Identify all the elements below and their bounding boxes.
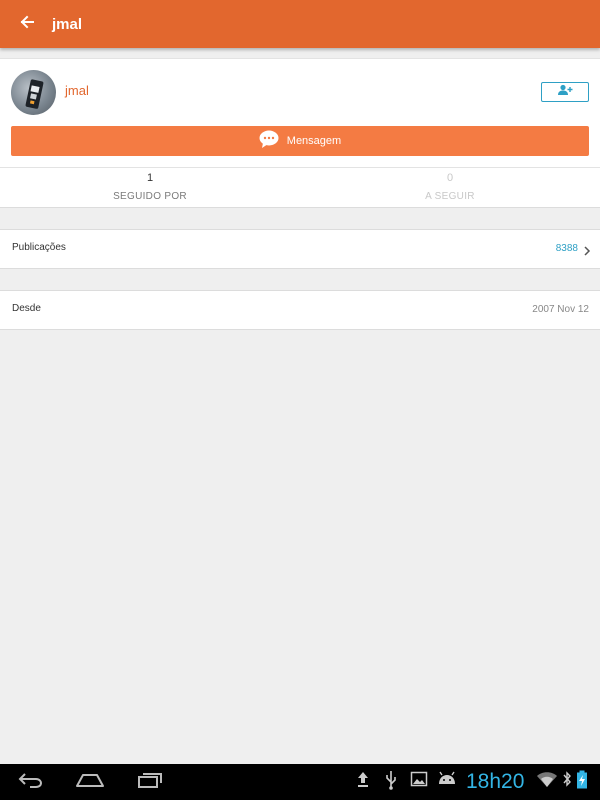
back-button[interactable] <box>0 0 52 48</box>
add-person-icon <box>557 83 573 101</box>
message-button-label: Mensagem <box>286 135 342 147</box>
home-icon <box>75 772 105 793</box>
arrow-left-icon <box>19 14 35 35</box>
avatar-image <box>25 79 44 109</box>
member-since-row: Desde 2007 Nov 12 <box>0 290 600 330</box>
chevron-right-icon <box>583 243 591 261</box>
battery-charging-icon <box>576 770 588 790</box>
follow-button[interactable] <box>541 82 589 102</box>
upload-icon <box>356 770 370 788</box>
member-since-label: Desde <box>12 303 41 314</box>
recent-apps-icon <box>137 771 163 794</box>
chat-bubble-icon <box>259 130 279 153</box>
nav-recent-apps-button[interactable] <box>128 768 172 796</box>
app-bar: jmal <box>0 0 600 48</box>
follow-stats: 1 SEGUIDO POR 0 A SEGUIR <box>0 167 600 208</box>
page-title: jmal <box>52 15 83 33</box>
wifi-icon <box>536 770 558 788</box>
followers-label: SEGUIDO POR <box>113 191 187 202</box>
followers-count: 1 <box>146 172 154 184</box>
followers-stat[interactable]: 1 SEGUIDO POR <box>0 168 300 207</box>
following-label: A SEGUIR <box>425 191 475 202</box>
following-stat[interactable]: 0 A SEGUIR <box>300 168 600 207</box>
publications-count: 8388 <box>555 243 578 254</box>
usb-icon <box>384 770 398 790</box>
publications-row[interactable]: Publicações 8388 <box>0 229 600 269</box>
nav-back-button[interactable] <box>8 768 52 796</box>
gallery-icon <box>410 770 428 788</box>
nav-home-button[interactable] <box>68 768 112 796</box>
profile-card: jmal Mensagem <box>0 58 600 167</box>
clock: 18h20 <box>466 770 525 793</box>
back-icon <box>16 771 44 794</box>
publications-label: Publicações <box>12 242 66 253</box>
member-since-date: 2007 Nov 12 <box>532 304 589 315</box>
username[interactable]: jmal <box>65 83 89 98</box>
following-count: 0 <box>446 172 454 184</box>
system-nav-bar: 18h20 <box>0 764 600 800</box>
bluetooth-icon <box>562 770 572 788</box>
avatar[interactable] <box>11 70 56 115</box>
android-icon <box>436 770 458 788</box>
message-button[interactable]: Mensagem <box>11 126 589 156</box>
